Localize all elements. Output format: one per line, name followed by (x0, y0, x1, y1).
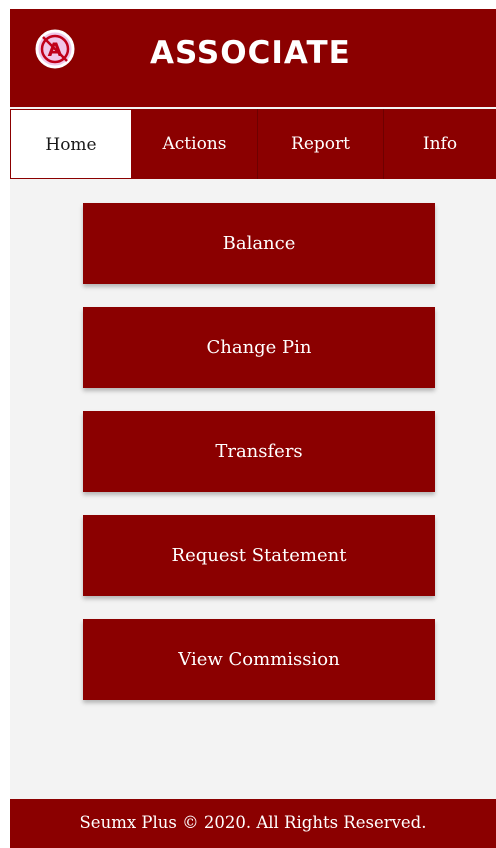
logo-letter: A (48, 39, 63, 61)
transfers-button[interactable]: Transfers (83, 411, 435, 492)
footer-copyright: Seumx Plus © 2020. All Rights Reserved. (10, 799, 496, 848)
tab-bar: Home Actions Report Info (10, 109, 496, 179)
view-commission-button[interactable]: View Commission (83, 619, 435, 700)
tab-info[interactable]: Info (384, 109, 496, 179)
request-statement-button[interactable]: Request Statement (83, 515, 435, 596)
tab-home[interactable]: Home (10, 109, 132, 179)
change-pin-button[interactable]: Change Pin (83, 307, 435, 388)
tab-actions[interactable]: Actions (132, 109, 258, 179)
associate-logo-icon: A (35, 29, 75, 69)
app-header: A ASSOCIATE (10, 9, 496, 107)
app-title: ASSOCIATE (150, 35, 351, 71)
tab-report[interactable]: Report (258, 109, 384, 179)
app-container: A ASSOCIATE Home Actions Report Info Bal… (10, 9, 496, 848)
balance-button[interactable]: Balance (83, 203, 435, 284)
